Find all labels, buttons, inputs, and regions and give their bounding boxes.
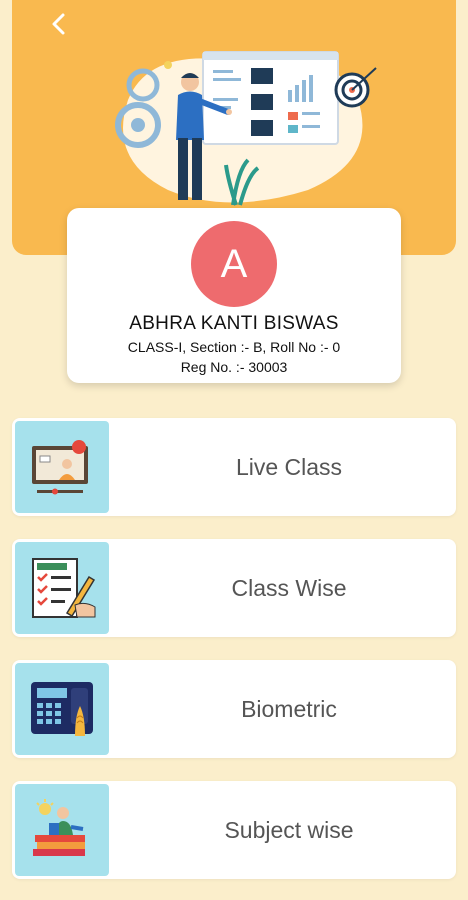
live-class-icon xyxy=(15,421,109,513)
menu-item-class-wise[interactable]: Class Wise xyxy=(12,539,456,637)
menu-item-subject-wise[interactable]: Subject wise xyxy=(12,781,456,879)
profile-card: A ABHRA KANTI BISWAS CLASS-I, Section :-… xyxy=(67,208,401,383)
menu-label: Subject wise xyxy=(224,817,354,843)
presentation-illustration xyxy=(115,51,377,206)
avatar: A xyxy=(191,221,277,307)
biometric-device-icon xyxy=(15,663,109,755)
menu-label: Live Class xyxy=(235,454,343,480)
books-student-icon xyxy=(15,784,109,876)
student-name: ABHRA KANTI BISWAS xyxy=(129,313,339,334)
menu-label: Biometric xyxy=(241,696,337,722)
class-info: CLASS-I, Section :- B, Roll No :- 0 xyxy=(127,339,341,355)
registration-number: Reg No. :- 30003 xyxy=(180,359,288,375)
menu-item-biometric[interactable]: Biometric xyxy=(12,660,456,758)
chevron-left-icon[interactable] xyxy=(46,10,74,38)
menu-item-live-class[interactable]: Live Class xyxy=(12,418,456,516)
checklist-icon xyxy=(15,542,109,634)
menu-label: Class Wise xyxy=(231,575,347,601)
